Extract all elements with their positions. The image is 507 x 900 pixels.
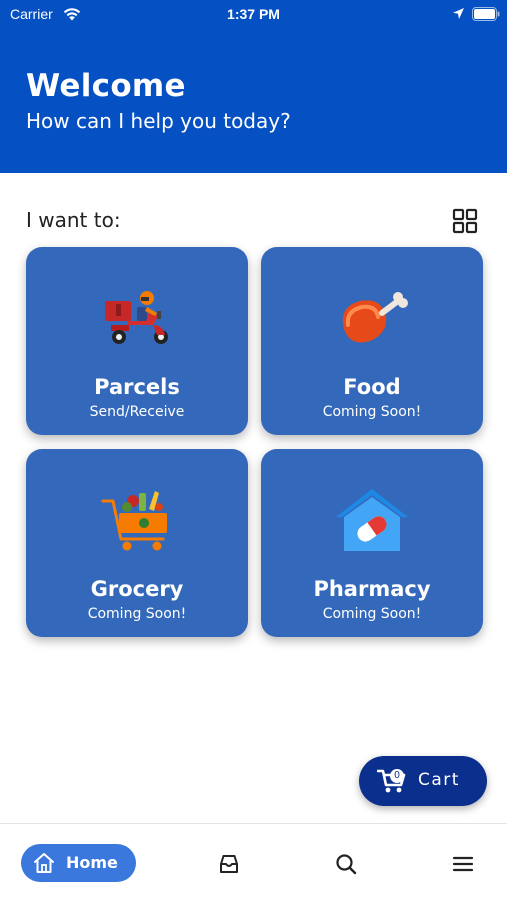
nav-home-label: Home [66,853,118,872]
app-screen: Carrier 1:37 PM Welcome How can I help y… [0,0,507,900]
tile-subtitle: Coming Soon! [322,606,422,622]
home-icon [34,853,54,873]
search-icon[interactable] [335,853,357,875]
delivery-scooter-icon [105,291,168,344]
tile-subtitle: Coming Soon! [322,404,422,420]
status-time: 1:37 PM [227,6,280,22]
service-tile-food[interactable]: Food Coming Soon! [261,247,483,435]
cart-count-badge: 0 [390,769,404,783]
grocery-cart-icon [101,491,167,551]
grid-view-icon[interactable] [452,208,478,234]
orders-inbox-icon[interactable] [218,853,240,875]
pharmacy-pill-house-icon [336,489,408,551]
tile-title: Pharmacy [313,577,431,601]
location-arrow-icon [453,8,464,19]
menu-icon[interactable] [452,853,474,875]
chicken-leg-icon [342,292,408,343]
status-bar: Carrier 1:37 PM [0,0,507,28]
welcome-title: Welcome [26,68,186,104]
tile-title: Grocery [90,577,184,601]
battery-icon [472,7,500,21]
cart-button[interactable]: 0 Cart [359,756,487,806]
header: Carrier 1:37 PM Welcome How can I help y… [0,0,507,173]
tile-title: Food [343,375,401,399]
section-heading: I want to: [26,208,121,232]
tile-subtitle: Send/Receive [89,404,185,420]
tile-title: Parcels [94,375,180,399]
bottom-nav: Home [0,823,507,900]
tile-subtitle: Coming Soon! [87,606,187,622]
cart-label: Cart [418,770,460,790]
nav-home-button[interactable]: Home [21,844,136,882]
service-tile-pharmacy[interactable]: Pharmacy Coming Soon! [261,449,483,637]
welcome-subtitle: How can I help you today? [26,109,291,133]
service-tile-parcels[interactable]: Parcels Send/Receive [26,247,248,435]
service-tile-grocery[interactable]: Grocery Coming Soon! [26,449,248,637]
